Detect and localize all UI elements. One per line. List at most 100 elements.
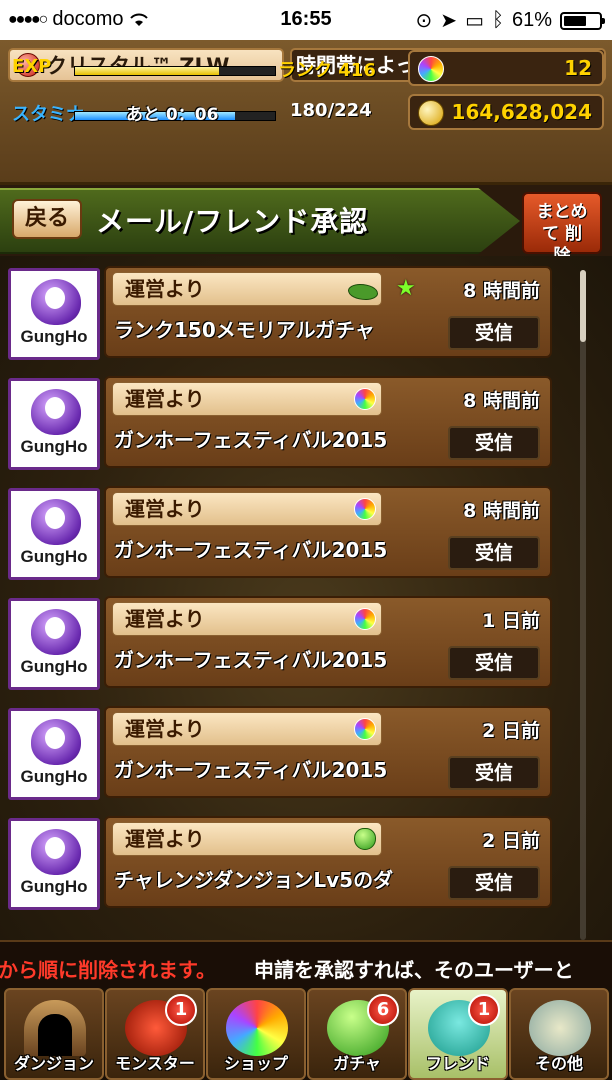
magic-stone-icon xyxy=(354,498,376,520)
magic-stone-count: 12 xyxy=(564,56,592,80)
mail-sender: 運営より xyxy=(112,602,382,636)
receive-button[interactable]: 受信 xyxy=(448,426,540,460)
shop-stone-icon xyxy=(226,1000,288,1056)
receive-button[interactable]: 受信 xyxy=(448,646,540,680)
notification-badge: 1 xyxy=(165,994,197,1026)
delete-all-button[interactable]: まとめて 削除 xyxy=(522,192,602,266)
notice-text-red: から順に削除されます。 xyxy=(0,958,216,982)
mail-list[interactable]: GungHo 運営より ★ 8 時間前 ランク150メモリアルガチャ 受信 GungHo 運営… xyxy=(0,256,612,940)
status-bar: ●●●●○ docomo 16:55 ⊙ ➤ ▭ ᛒ 61% xyxy=(0,0,612,40)
mail-card[interactable]: 運営より 2 日前チャレンジダンジョンLv5のダ 受信 xyxy=(104,816,552,908)
gungho-logo-text: GungHo xyxy=(20,767,88,786)
gungho-logo: GungHo xyxy=(8,708,100,800)
coin-counter: 164,628,024 xyxy=(408,94,604,130)
page-title: メール/フレンド承認 xyxy=(96,205,369,238)
magic-stone-counter[interactable]: 12 xyxy=(408,50,604,86)
stamina-timer: あと 0：06 xyxy=(126,105,219,125)
magic-stone-icon xyxy=(354,388,376,410)
mail-sender: 運営より xyxy=(112,382,382,416)
tab-monster[interactable]: 1 モンスター xyxy=(105,988,205,1080)
notice-text-white: 申請を承認すれば、そのユーザーと xyxy=(254,958,574,982)
notification-badge: 6 xyxy=(367,994,399,1026)
tab-label: ダンジョン xyxy=(13,1054,94,1073)
mail-item[interactable]: GungHo 運営より 2 日前ガンホーフェスティバル2015 受信 xyxy=(8,702,552,802)
orientation-lock-icon: ⊙ xyxy=(415,10,433,32)
gungho-logo-text: GungHo xyxy=(20,327,88,346)
player-header: クリスタル™ ZLW 時間帯によって変化するぞ！ EXP ランク 416 スタミ… xyxy=(0,40,612,185)
mail-subject: ガンホーフェスティバル2015 xyxy=(114,648,388,672)
mail-item[interactable]: GungHo 運営より 8 時間前ガンホーフェスティバル2015 受信 xyxy=(8,372,552,472)
mail-time: 1 日前 xyxy=(482,610,540,632)
mail-subject: ガンホーフェスティバル2015 xyxy=(114,428,388,452)
dungeon-gate-icon xyxy=(24,1000,86,1056)
tab-label: ガチャ xyxy=(333,1054,381,1073)
tab-friend[interactable]: 1 フレンド xyxy=(408,988,508,1080)
tab-label: ショップ xyxy=(223,1054,288,1073)
mail-subject: チャレンジダンジョンLv5のダ xyxy=(114,868,394,892)
tab-gacha[interactable]: 6 ガチャ xyxy=(307,988,407,1080)
notification-badge: 1 xyxy=(468,994,500,1026)
receive-button[interactable]: 受信 xyxy=(448,866,540,900)
exp-bar xyxy=(74,66,276,76)
gungho-logo-mark xyxy=(31,499,81,545)
mail-time: 2 日前 xyxy=(482,830,540,852)
tab-other[interactable]: その他 xyxy=(509,988,609,1080)
battery-percent: 61% xyxy=(511,9,552,31)
gungho-logo: GungHo xyxy=(8,598,100,690)
receive-button[interactable]: 受信 xyxy=(448,536,540,570)
coin-count: 164,628,024 xyxy=(451,100,592,124)
mail-subject: ガンホーフェスティバル2015 xyxy=(114,538,388,562)
mail-sender: 運営より xyxy=(112,492,382,526)
mail-item[interactable]: GungHo 運営より 2 日前チャレンジダンジョンLv5のダ 受信 xyxy=(8,812,552,912)
scrollbar[interactable] xyxy=(580,270,586,940)
tab-dungeon[interactable]: ダンジョン xyxy=(4,988,104,1080)
receive-button[interactable]: 受信 xyxy=(448,316,540,350)
gungho-logo: GungHo xyxy=(8,378,100,470)
mail-card[interactable]: 運営より 8 時間前ガンホーフェスティバル2015 受信 xyxy=(104,486,552,578)
mail-time: 2 日前 xyxy=(482,720,540,742)
tab-shop[interactable]: ショップ xyxy=(206,988,306,1080)
rank-label: ランク 416 xyxy=(278,60,376,81)
star-icon: ★ xyxy=(396,276,416,301)
gungho-logo-mark xyxy=(31,829,81,875)
back-button[interactable]: 戻る xyxy=(12,199,82,239)
bottom-tab-bar: ダンジョン 1 モンスター ショップ 6 ガチャ 1 フレンド その他 xyxy=(0,988,612,1080)
mail-item[interactable]: GungHo 運営より 1 日前ガンホーフェスティバル2015 受信 xyxy=(8,592,552,692)
scroll-thumb[interactable] xyxy=(580,270,586,342)
mail-card[interactable]: 運営より 1 日前ガンホーフェスティバル2015 受信 xyxy=(104,596,552,688)
mail-subject: ガンホーフェスティバル2015 xyxy=(114,758,388,782)
mail-time: 8 時間前 xyxy=(463,280,540,302)
exp-label: EXP xyxy=(12,56,52,77)
mail-sender: 運営より xyxy=(112,712,382,746)
location-icon: ➤ xyxy=(440,10,458,32)
mail-card[interactable]: 運営より 8 時間前ガンホーフェスティバル2015 受信 xyxy=(104,376,552,468)
gungho-logo-mark xyxy=(31,719,81,765)
magic-stone-icon xyxy=(354,608,376,630)
magic-stone-icon xyxy=(354,718,376,740)
gungho-logo: GungHo xyxy=(8,268,100,360)
magic-stone-icon xyxy=(418,56,444,82)
mail-subject: ランク150メモリアルガチャ xyxy=(114,318,375,342)
gungho-logo-text: GungHo xyxy=(20,547,88,566)
tab-label: フレンド xyxy=(425,1054,490,1073)
mail-item[interactable]: GungHo 運営より ★ 8 時間前ランク150メモリアルガチャ 受信 xyxy=(8,262,552,362)
notice-ticker: から順に削除されます。 申請を承認すれば、そのユーザーと xyxy=(0,940,612,990)
airplay-icon: ▭ xyxy=(465,10,484,32)
mail-time: 8 時間前 xyxy=(463,500,540,522)
battery-icon xyxy=(560,11,605,30)
receive-button[interactable]: 受信 xyxy=(448,756,540,790)
mail-sender: 運営より xyxy=(112,272,382,306)
egg-icon xyxy=(354,828,376,850)
stamina-value: 180/224 xyxy=(290,100,372,121)
gungho-logo-mark xyxy=(31,389,81,435)
gungho-logo-text: GungHo xyxy=(20,877,88,896)
tab-label: その他 xyxy=(534,1054,583,1073)
gungho-logo: GungHo xyxy=(8,488,100,580)
mail-sender: 運営より xyxy=(112,822,382,856)
coin-icon xyxy=(418,100,444,126)
mail-card[interactable]: 運営より ★ 8 時間前ランク150メモリアルガチャ 受信 xyxy=(104,266,552,358)
mail-card[interactable]: 運営より 2 日前ガンホーフェスティバル2015 受信 xyxy=(104,706,552,798)
mail-time: 8 時間前 xyxy=(463,390,540,412)
gungho-logo-mark xyxy=(31,279,81,325)
mail-item[interactable]: GungHo 運営より 8 時間前ガンホーフェスティバル2015 受信 xyxy=(8,482,552,582)
